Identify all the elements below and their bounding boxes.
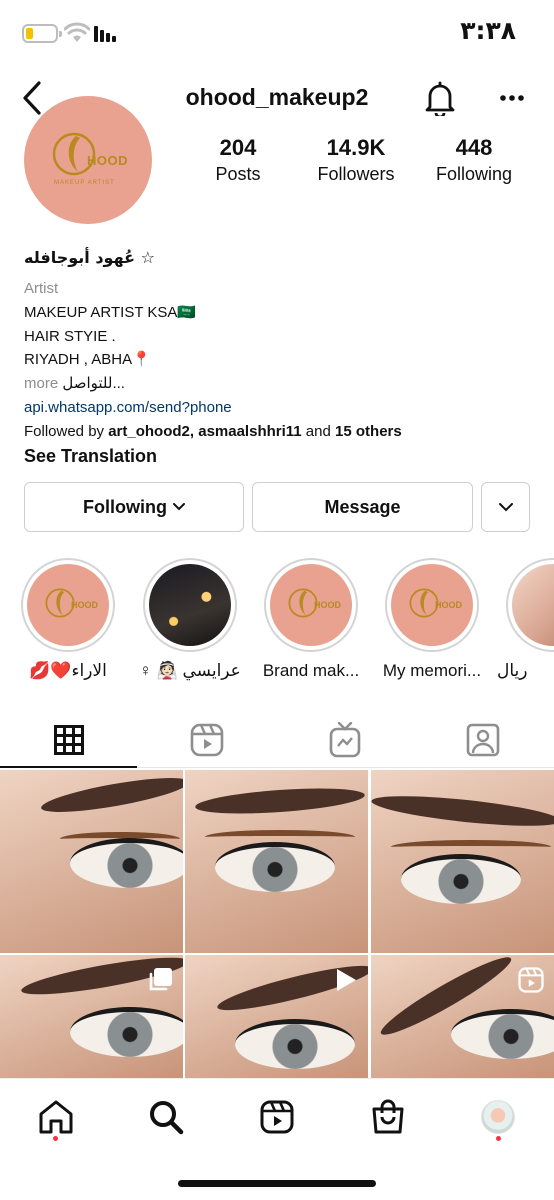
stat-followers[interactable]: 14.9K Followers: [306, 134, 406, 186]
category-label: Artist: [24, 280, 59, 297]
followed-by-and: and: [301, 422, 336, 440]
chevron-down-icon: [498, 502, 513, 511]
bio-line: RIYADH , ABHA📍: [24, 351, 151, 368]
battery-icon: [22, 24, 62, 43]
stat-value: 14.9K: [326, 135, 386, 160]
post-thumbnail[interactable]: [371, 955, 554, 1078]
bio-truncated-line: more للتواصل...: [24, 372, 534, 396]
nav-profile[interactable]: [476, 1095, 520, 1139]
tagged-icon: [466, 723, 500, 757]
tab-tagged[interactable]: [414, 712, 552, 768]
home-indicator: [178, 1180, 376, 1187]
highlight-cover: [149, 564, 231, 646]
message-label: Message: [324, 496, 401, 517]
grid-icon: [54, 725, 84, 755]
highlight-item[interactable]: HOOD 💋❤️الاراء: [12, 558, 124, 682]
post-thumbnail[interactable]: [371, 770, 554, 953]
stat-following[interactable]: 448 Following: [424, 134, 524, 186]
nav-search[interactable]: [144, 1095, 188, 1139]
followed-by[interactable]: Followed by art_ohood2, asmaalshhri11 an…: [24, 420, 534, 444]
more-link[interactable]: more: [24, 375, 58, 392]
chevron-down-icon: [172, 503, 185, 511]
highlight-label: ريال: [497, 661, 528, 680]
suggested-accounts-button[interactable]: [481, 482, 530, 532]
highlight-cover: [512, 564, 554, 646]
igtv-icon: [329, 722, 361, 758]
post-thumbnail[interactable]: [185, 955, 368, 1078]
highlight-cover: HOOD: [391, 564, 473, 646]
following-button[interactable]: Following: [24, 482, 244, 532]
more-options-button[interactable]: [494, 78, 530, 118]
logo-text: HOOD: [71, 600, 98, 610]
profile-activity-dot: [496, 1136, 501, 1141]
nav-home[interactable]: [34, 1095, 78, 1139]
bio-line: HAIR STYIE .: [24, 327, 116, 345]
stat-label: Posts: [215, 164, 261, 184]
logo-text: HOOD: [435, 600, 462, 610]
message-button[interactable]: Message: [252, 482, 473, 532]
post-thumbnail[interactable]: [0, 955, 183, 1078]
nav-reels[interactable]: [255, 1095, 299, 1139]
post-thumbnail[interactable]: [185, 770, 368, 953]
stat-label: Following: [435, 164, 513, 184]
profile-actions: Following Message: [24, 482, 530, 532]
highlight-item[interactable]: HOOD My memori...: [376, 558, 488, 682]
status-bar: ٣:٣٨: [0, 0, 554, 64]
stat-posts[interactable]: 204 Posts: [190, 134, 286, 186]
reels-icon: [190, 723, 224, 757]
highlight-item[interactable]: ♀ 👰🏻 عرايسي: [134, 558, 246, 682]
logo-text: HOOD: [314, 600, 341, 610]
highlight-cover: HOOD: [27, 564, 109, 646]
logo-subtext: MAKEUP ARTIST: [54, 180, 115, 186]
notifications-button[interactable]: [420, 78, 460, 118]
video-play-icon: [337, 969, 356, 991]
active-tab-indicator: [0, 766, 137, 768]
shopping-bag-icon: [372, 1099, 404, 1134]
tab-igtv[interactable]: [276, 712, 414, 768]
highlight-cover: HOOD: [270, 564, 352, 646]
profile-picture[interactable]: HOOD MAKEUP ARTIST: [24, 96, 152, 224]
bell-icon: [425, 81, 455, 116]
post-thumbnail[interactable]: [0, 770, 183, 953]
home-icon: [39, 1100, 73, 1134]
website-link[interactable]: api.whatsapp.com/send?phone: [24, 396, 534, 420]
stat-label: Followers: [317, 164, 395, 184]
followed-by-prefix: Followed by: [24, 422, 109, 440]
highlight-item[interactable]: ريال: [497, 558, 554, 682]
status-time: ٣:٣٨: [460, 16, 516, 45]
post-grid: [0, 770, 554, 1078]
story-highlights: HOOD 💋❤️الاراء ♀ 👰🏻 عرايسي HOOD Brand ma…: [0, 558, 554, 688]
highlight-label: ♀ 👰🏻 عرايسي: [139, 661, 241, 680]
display-name: عُهود أبوجافله ☆: [24, 248, 155, 267]
followed-by-names: art_ohood2, asmaalshhri11: [108, 422, 302, 440]
wifi-icon: [64, 22, 90, 42]
profile-tabs: [0, 712, 554, 768]
tab-grid[interactable]: [0, 712, 138, 768]
followed-by-others: 15 others: [335, 422, 402, 440]
bio-line: للتواصل...: [62, 374, 125, 392]
following-label: Following: [83, 496, 167, 517]
highlight-item[interactable]: HOOD Brand mak...: [255, 558, 367, 682]
stat-value: 448: [455, 135, 493, 160]
cellular-signal-icon: [94, 24, 116, 42]
ellipsis-icon: [500, 95, 524, 101]
nav-shop[interactable]: [366, 1095, 410, 1139]
home-activity-dot: [53, 1136, 58, 1141]
see-translation-link[interactable]: See Translation: [24, 444, 534, 468]
profile-bio: عُهود أبوجافله ☆ Artist MAKEUP ARTIST KS…: [24, 248, 534, 468]
logo-text: HOOD: [87, 153, 128, 168]
highlight-label: 💋❤️الاراء: [29, 661, 107, 680]
reels-icon: [518, 967, 544, 993]
carousel-icon: [149, 968, 172, 991]
profile-avatar: [481, 1100, 515, 1134]
highlight-label: Brand mak...: [262, 661, 360, 680]
search-icon: [150, 1101, 184, 1135]
bio-line: MAKEUP ARTIST KSA🇸🇦: [24, 304, 197, 321]
highlight-label: My memori...: [382, 661, 482, 680]
tab-reels[interactable]: [138, 712, 276, 768]
reels-icon: [260, 1100, 294, 1134]
stat-value: 204: [219, 135, 257, 160]
